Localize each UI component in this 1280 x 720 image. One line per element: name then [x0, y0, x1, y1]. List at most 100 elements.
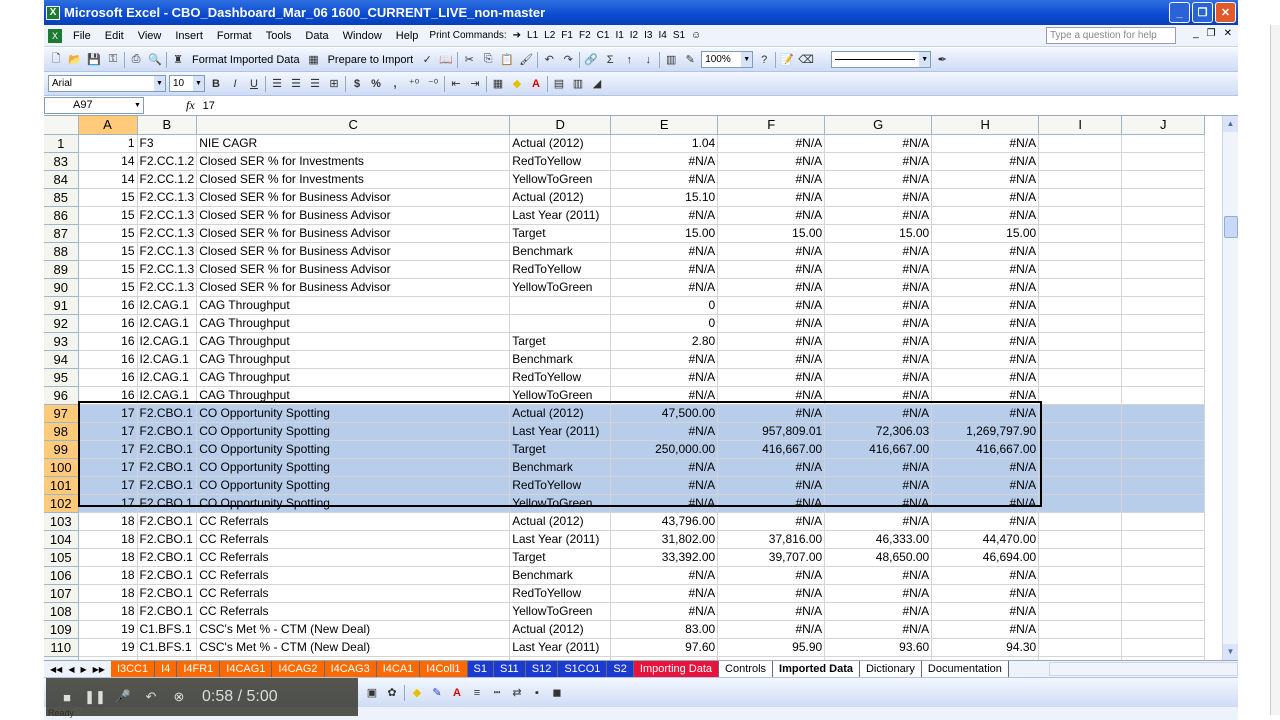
row-header[interactable]: 88	[44, 242, 79, 261]
cell-j[interactable]	[1121, 548, 1206, 567]
cell-e[interactable]: #N/A	[610, 350, 719, 369]
table-row[interactable]: 1 1 F3 NIE CAGR Actual (2012) 1.04 #N/A #N/A #N/…	[44, 134, 1206, 153]
cell-f[interactable]: #N/A	[717, 296, 826, 315]
cell-c[interactable]: CC Referrals	[196, 602, 511, 621]
pause-icon[interactable]: ❚❚	[84, 688, 106, 706]
cell-g[interactable]: #N/A	[824, 332, 933, 351]
cell-f[interactable]: 15.00	[717, 224, 826, 243]
menu-view[interactable]: View	[131, 30, 169, 42]
cell-f[interactable]: #N/A	[717, 314, 826, 333]
row-header[interactable]: 86	[44, 206, 79, 225]
row-header[interactable]: 92	[44, 314, 79, 333]
cell-h[interactable]: 94.30	[931, 638, 1040, 657]
cell-e[interactable]: #N/A	[610, 386, 719, 405]
cell-a[interactable]: 17	[78, 440, 138, 459]
row-header[interactable]: 98	[44, 422, 79, 441]
cell-e[interactable]: #N/A	[610, 170, 719, 189]
microphone-icon[interactable]: 🎤	[114, 688, 132, 706]
table-row[interactable]: 91 16 I2.CAG.1 CAG Throughput 0 #N/A #N/A #N/A	[44, 296, 1206, 315]
cell-c[interactable]: CO Opportunity Spotting	[196, 422, 511, 441]
cell-b[interactable]: F2.CBO.1	[137, 566, 198, 585]
cell-g[interactable]: #N/A	[824, 296, 933, 315]
cell-g[interactable]: #N/A	[824, 242, 933, 261]
cell-i[interactable]	[1038, 386, 1123, 405]
cell-g[interactable]: #N/A	[824, 476, 933, 495]
cell-d[interactable]	[509, 296, 612, 315]
menu-data[interactable]: Data	[298, 30, 335, 42]
cell-i[interactable]	[1038, 278, 1123, 297]
cell-d[interactable]: RedToYellow	[509, 368, 612, 387]
cell-b[interactable]: F2.CC.1.3	[137, 206, 198, 225]
cell-f[interactable]: #N/A	[717, 152, 826, 171]
cell-c[interactable]: CC Referrals	[196, 530, 511, 549]
table-row[interactable]: 97 17 F2.CBO.1 CO Opportunity Spotting Actua…	[44, 404, 1206, 423]
cell-j[interactable]	[1121, 206, 1206, 225]
cell-a[interactable]: 15	[78, 224, 138, 243]
merge-center-icon[interactable]: ⊞	[326, 76, 342, 92]
cell-i[interactable]	[1038, 260, 1123, 279]
cell-b[interactable]: F2.CC.1.3	[137, 224, 198, 243]
table-row[interactable]: 101 17 F2.CBO.1 CO Opportunity Spotting RedT…	[44, 476, 1206, 495]
menu-file[interactable]: File	[66, 30, 98, 42]
cell-f[interactable]: #N/A	[717, 386, 826, 405]
cell-g[interactable]: #N/A	[824, 134, 933, 153]
cell-c[interactable]: Closed SER % for Investments	[196, 152, 511, 171]
col-header-g[interactable]: G	[824, 116, 933, 135]
sheet-tab[interactable]: I4FR1	[177, 661, 221, 677]
first-sheet-icon[interactable]: ◀◀	[50, 665, 62, 674]
cell-h[interactable]: 1,269,797.90	[931, 422, 1040, 441]
clipart-icon[interactable]: ✿	[384, 685, 400, 701]
cell-i[interactable]	[1038, 368, 1123, 387]
cell-e[interactable]: #N/A	[610, 278, 719, 297]
increase-decimal-icon[interactable]: ⁺⁰	[406, 76, 422, 92]
toolbar-icon-2[interactable]: ▥	[570, 76, 586, 92]
table-row[interactable]: 83 14 F2.CC.1.2 Closed SER % for Investment…	[44, 152, 1206, 171]
scroll-down-icon[interactable]: ▼	[1223, 644, 1238, 660]
print-cmd-f1[interactable]: F1	[561, 30, 573, 41]
cell-d[interactable]: RedToYellow	[509, 152, 612, 171]
cell-j[interactable]	[1121, 314, 1206, 333]
table-row[interactable]: 88 15 F2.CC.1.3 Closed SER % for Business A…	[44, 242, 1206, 261]
cell-f[interactable]: #N/A	[717, 242, 826, 261]
table-row[interactable]: 102 17 F2.CBO.1 CO Opportunity Spotting Yell…	[44, 494, 1206, 513]
next-sheet-icon[interactable]: ▶	[80, 665, 86, 674]
cell-a[interactable]: 15	[78, 278, 138, 297]
cell-f[interactable]: #N/A	[717, 512, 826, 531]
cell-b[interactable]: F2.CC.1.3	[137, 188, 198, 207]
cell-c[interactable]: CAG Throughput	[196, 296, 511, 315]
cell-e[interactable]: #N/A	[610, 458, 719, 477]
zoom-select[interactable]: 100% ▼	[701, 51, 754, 68]
italic-button[interactable]: I	[227, 76, 243, 92]
percent-button[interactable]: %	[368, 76, 384, 92]
cell-f[interactable]: #N/A	[717, 134, 826, 153]
cell-h[interactable]: #N/A	[931, 350, 1040, 369]
align-center-icon[interactable]: ☰	[288, 76, 304, 92]
print-cmd-s1[interactable]: S1	[673, 30, 685, 41]
cell-g[interactable]: #N/A	[824, 512, 933, 531]
row-header[interactable]: 89	[44, 260, 79, 279]
menu-insert[interactable]: Insert	[168, 30, 210, 42]
sheet-tab[interactable]: S1CO1	[558, 661, 608, 677]
cell-d[interactable]: Last Year (2011)	[509, 206, 612, 225]
cell-j[interactable]	[1121, 440, 1206, 459]
cell-d[interactable]: Actual (2012)	[509, 134, 612, 153]
row-header[interactable]: 109	[44, 620, 79, 639]
cell-i[interactable]	[1038, 422, 1123, 441]
undo-recording-icon[interactable]: ↶	[142, 688, 160, 706]
row-header[interactable]: 96	[44, 386, 79, 405]
sheet-tab[interactable]: S12	[525, 661, 559, 677]
cell-h[interactable]: #N/A	[931, 332, 1040, 351]
cell-b[interactable]: F2.CBO.1	[137, 458, 198, 477]
help-search-input[interactable]: Type a question for help	[1046, 27, 1176, 44]
draw-font-color-icon[interactable]: A	[449, 685, 465, 701]
cell-e[interactable]: 83.00	[610, 620, 719, 639]
cell-d[interactable]: Target	[509, 548, 612, 567]
cell-b[interactable]: F2.CBO.1	[137, 404, 198, 423]
cell-d[interactable]: Actual (2012)	[509, 620, 612, 639]
sheet-tab[interactable]: S2	[607, 661, 634, 677]
cell-h[interactable]: #N/A	[931, 242, 1040, 261]
row-header[interactable]: 1	[44, 134, 79, 153]
cell-b[interactable]: I2.CAG.1	[137, 314, 198, 333]
cell-a[interactable]: 15	[78, 188, 138, 207]
table-row[interactable]: 99 17 F2.CBO.1 CO Opportunity Spotting Targe…	[44, 440, 1206, 459]
